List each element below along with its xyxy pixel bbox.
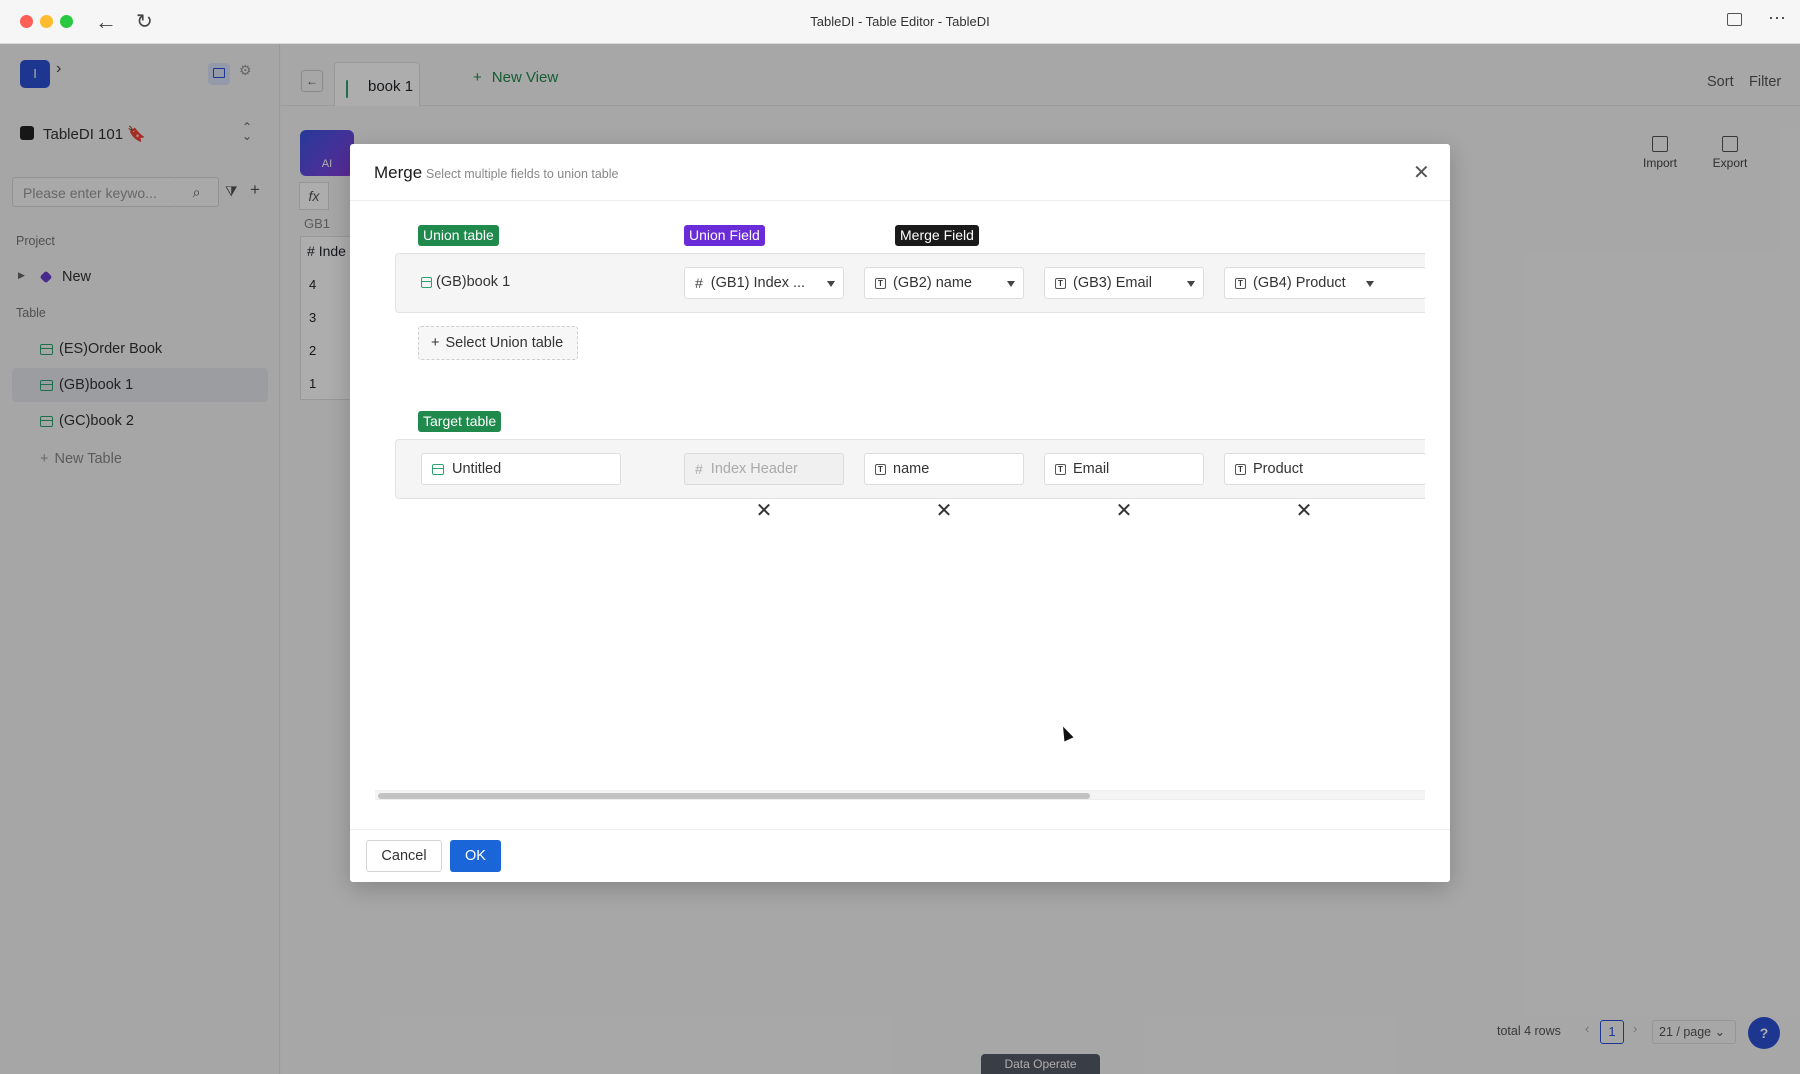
remove-column-3-icon[interactable]: ✕ [1115,501,1133,521]
screen-cast-icon[interactable] [1727,13,1742,26]
close-icon[interactable]: ✕ [1413,160,1430,185]
union-table-tag: Union table [418,225,499,246]
plus-icon: + [431,335,440,351]
field-label: (GB4) Product [1253,275,1346,291]
target-field-2[interactable]: T name [864,453,1024,485]
field-label: Product [1253,461,1303,477]
union-table-label: (GB)book 1 [436,274,511,290]
number-field-icon: # [695,461,703,477]
field-label: (GB2) name [893,275,972,291]
dialog-title: Merge [374,163,423,182]
dropdown-caret-icon [1007,281,1015,287]
ok-button[interactable]: OK [450,840,501,872]
field-label: (GB1) Index ... [710,275,806,291]
remove-column-4-icon[interactable]: ✕ [1295,501,1313,521]
target-table-label: Untitled [452,461,502,477]
text-field-icon: T [1235,277,1246,289]
union-table-value[interactable]: (GB)book 1 [421,274,510,290]
more-options-icon[interactable]: ⋯ [1768,8,1786,29]
union-row: (GB)book 1 # (GB1) Index ... T (GB2) nam… [395,253,1426,313]
horizontal-scrollbar[interactable] [375,790,1425,800]
union-field-tag: Union Field [684,225,765,246]
dropdown-caret-icon [1187,281,1195,287]
union-field-select-4[interactable]: T (GB4) Product [1224,267,1426,299]
dropdown-caret-icon [827,281,835,287]
union-field-select-2[interactable]: T (GB2) name [864,267,1024,299]
table-icon [432,463,444,475]
dialog-footer-divider [350,829,1450,830]
dialog-header-divider [350,200,1450,201]
window-title: TableDI - Table Editor - TableDI [810,14,990,29]
union-field-select-3[interactable]: T (GB3) Email [1044,267,1204,299]
target-row: Untitled # Index Header T name T Email T… [395,439,1426,499]
dropdown-caret-icon [1366,281,1374,287]
text-field-icon: T [875,463,886,475]
union-field-select-1[interactable]: # (GB1) Index ... [684,267,844,299]
target-field-4[interactable]: T Product [1224,453,1426,485]
table-icon [421,276,432,288]
text-field-icon: T [1055,277,1066,289]
number-field-icon: # [695,275,703,291]
text-field-icon: T [875,277,886,289]
window-titlebar: ← ↻ TableDI - Table Editor - TableDI ⋯ [0,0,1800,44]
field-label: Email [1073,461,1110,477]
cancel-button[interactable]: Cancel [366,840,442,872]
text-field-icon: T [1055,463,1066,475]
field-label: (GB3) Email [1073,275,1152,291]
target-table-input[interactable]: Untitled [421,453,621,485]
select-union-table-label: Select Union table [445,335,564,351]
merge-field-tag: Merge Field [895,225,979,246]
merge-dialog: Merge Select multiple fields to union ta… [350,144,1450,882]
dialog-subtitle: Select multiple fields to union table [426,167,619,181]
target-field-3[interactable]: T Email [1044,453,1204,485]
target-field-1: # Index Header [684,453,844,485]
target-table-tag: Target table [418,411,502,432]
field-label: Index Header [710,461,798,477]
text-field-icon: T [1235,463,1246,475]
select-union-table-button[interactable]: + Select Union table [418,326,578,360]
remove-column-1-icon[interactable]: ✕ [755,501,773,521]
field-label: name [893,461,930,477]
scrollbar-thumb[interactable] [378,793,1090,799]
remove-column-2-icon[interactable]: ✕ [935,501,953,521]
